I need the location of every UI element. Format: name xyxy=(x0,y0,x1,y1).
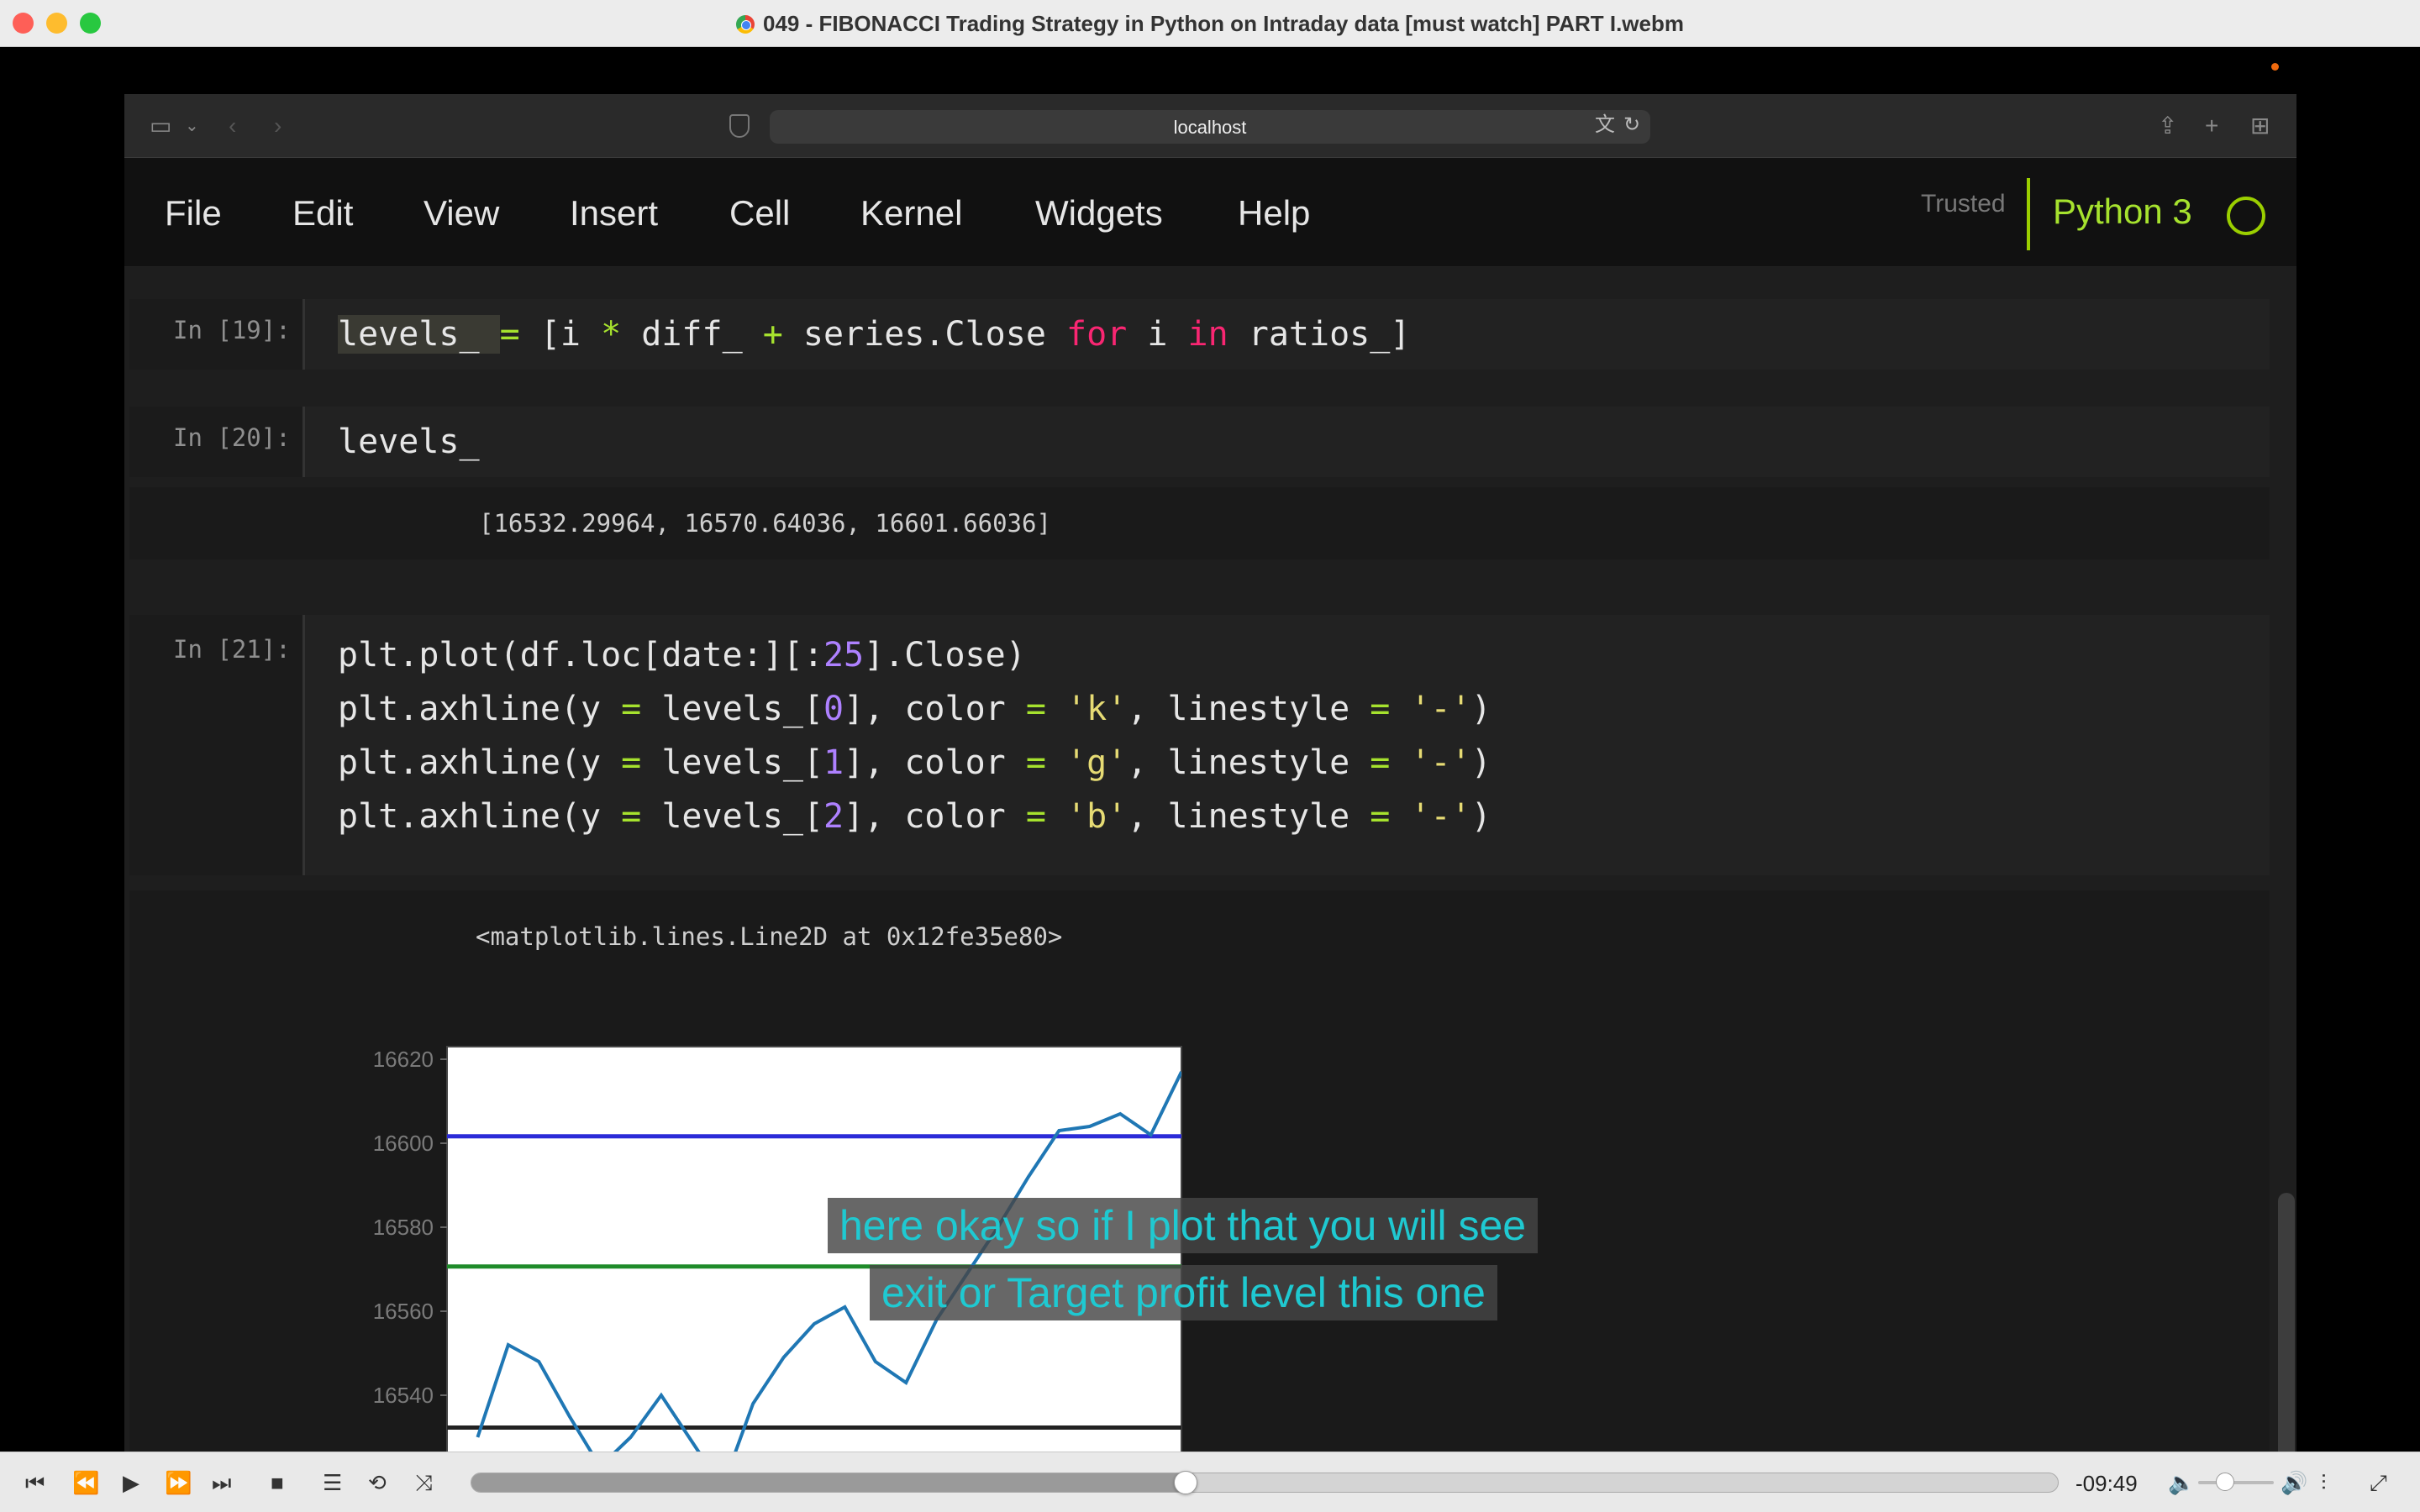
seek-bar[interactable] xyxy=(471,1473,2059,1493)
subtitle-line-1: here okay so if I plot that you will see xyxy=(828,1198,1539,1253)
shuffle-icon[interactable]: ⤨ xyxy=(415,1469,433,1496)
volume-slider[interactable] xyxy=(2198,1481,2274,1484)
rewind-icon[interactable]: ⏪ xyxy=(72,1469,99,1496)
y-tick-label: 16600 xyxy=(373,1131,434,1156)
fullscreen-icon[interactable]: ⤢ xyxy=(2370,1469,2387,1496)
menu-help[interactable]: Help xyxy=(1238,193,1310,234)
translate-icon[interactable]: 文 xyxy=(1595,112,1615,139)
kernel-idle-icon xyxy=(2227,197,2265,235)
equalizer-icon[interactable]: ⫶ xyxy=(2321,1469,2327,1496)
recording-indicator xyxy=(2271,63,2279,71)
output-text: <matplotlib.lines.Line2D at 0x12fe35e80> xyxy=(476,922,1063,951)
address-bar[interactable]: localhost 文 ↻ xyxy=(770,110,1650,144)
kernel-name[interactable]: Python 3 xyxy=(2053,192,2192,232)
window-title: 049 - FIBONACCI Trading Strategy in Pyth… xyxy=(0,11,2420,37)
y-tick-label: 16620 xyxy=(373,1047,434,1072)
cell-code[interactable]: plt.plot(df.loc[date:][:25].Close) plt.a… xyxy=(338,628,1491,843)
cell-prompt: In [19]: xyxy=(173,316,291,344)
privacy-shield-icon[interactable] xyxy=(729,114,750,138)
code-line-3: plt.axhline(y = levels_[1], color = 'g',… xyxy=(338,743,1491,782)
seek-handle[interactable] xyxy=(1173,1471,1197,1494)
menu-file[interactable]: File xyxy=(165,193,222,234)
code-cell-21[interactable]: In [21]: plt.plot(df.loc[date:][:25].Clo… xyxy=(129,615,2270,875)
code-line-4: plt.axhline(y = levels_[2], color = 'b',… xyxy=(338,797,1491,836)
cell-code[interactable]: levels_ xyxy=(338,415,480,469)
volume-handle[interactable] xyxy=(2216,1473,2235,1491)
reload-icon[interactable]: ↻ xyxy=(1623,112,1640,139)
window-title-text: 049 - FIBONACCI Trading Strategy in Pyth… xyxy=(763,11,1684,36)
back-icon[interactable]: ‹ xyxy=(229,113,236,139)
subtitle-line-2: exit or Target profit level this one xyxy=(870,1265,1497,1320)
y-tick-label: 16580 xyxy=(373,1215,434,1240)
trusted-indicator[interactable]: Trusted xyxy=(1921,190,2006,218)
scrollbar-thumb[interactable] xyxy=(2278,1193,2295,1452)
skip-start-icon[interactable]: ⏮ xyxy=(25,1469,45,1496)
code-line-1: plt.plot(df.loc[date:][:25].Close) xyxy=(338,636,1026,675)
code-line-2: plt.axhline(y = levels_[0], color = 'k',… xyxy=(338,690,1491,728)
play-icon[interactable]: ▶ xyxy=(123,1469,139,1496)
browser-toolbar: ▭ ⌄ ‹ › localhost 文 ↻ ⇪ + ⊞ xyxy=(124,94,2296,158)
y-tick-label: 16540 xyxy=(373,1383,434,1408)
new-tab-icon[interactable]: + xyxy=(2205,113,2218,139)
sidebar-toggle-icon[interactable]: ▭ xyxy=(150,113,171,139)
cell-prompt: In [21]: xyxy=(173,635,291,664)
window-titlebar: 049 - FIBONACCI Trading Strategy in Pyth… xyxy=(0,0,2420,47)
code-cell-20[interactable]: In [20]: levels_ xyxy=(129,407,2270,477)
menu-widgets[interactable]: Widgets xyxy=(1035,193,1163,234)
y-tick-label: 16560 xyxy=(373,1299,434,1324)
cell-prompt: In [20]: xyxy=(173,423,291,452)
playlist-icon[interactable]: ☰ xyxy=(323,1469,342,1496)
cell-code[interactable]: levels_ = [i * diff_ + series.Close for … xyxy=(338,307,1410,361)
mute-icon[interactable]: 🔈 xyxy=(2168,1469,2195,1496)
loop-icon[interactable]: ⟲ xyxy=(368,1469,387,1496)
seek-progress xyxy=(471,1473,1186,1492)
menu-insert[interactable]: Insert xyxy=(570,193,658,234)
tab-overview-icon[interactable]: ⊞ xyxy=(2250,113,2270,139)
cell-output-20: [16532.29964, 16570.64036, 16601.66036] xyxy=(129,487,2270,559)
kernel-divider xyxy=(2027,178,2030,250)
stop-icon[interactable]: ■ xyxy=(271,1469,284,1496)
skip-end-icon[interactable]: ⏭ xyxy=(212,1469,231,1496)
chevron-down-icon[interactable]: ⌄ xyxy=(185,113,199,139)
chrome-icon xyxy=(736,15,755,34)
share-icon[interactable]: ⇪ xyxy=(2158,113,2177,139)
output-text: [16532.29964, 16570.64036, 16601.66036] xyxy=(479,509,1051,538)
forward-icon[interactable]: › xyxy=(274,113,281,139)
code-cell-19[interactable]: In [19]: levels_ = [i * diff_ + series.C… xyxy=(129,299,2270,370)
player-controls: ⏮ ⏪ ▶ ⏩ ⏭ ■ ☰ ⟲ ⤨ -09:49 🔈 🔊 ⫶ ⤢ xyxy=(0,1452,2420,1512)
volume-max-icon[interactable]: 🔊 xyxy=(2281,1469,2307,1496)
cell-input-area[interactable] xyxy=(302,407,2270,477)
time-remaining: -09:49 xyxy=(2075,1471,2138,1496)
menu-view[interactable]: View xyxy=(424,193,499,234)
menu-edit[interactable]: Edit xyxy=(292,193,353,234)
url-text: localhost xyxy=(1173,117,1247,138)
menu-cell[interactable]: Cell xyxy=(729,193,790,234)
menu-kernel[interactable]: Kernel xyxy=(860,193,962,234)
fast-forward-icon[interactable]: ⏩ xyxy=(165,1469,192,1496)
